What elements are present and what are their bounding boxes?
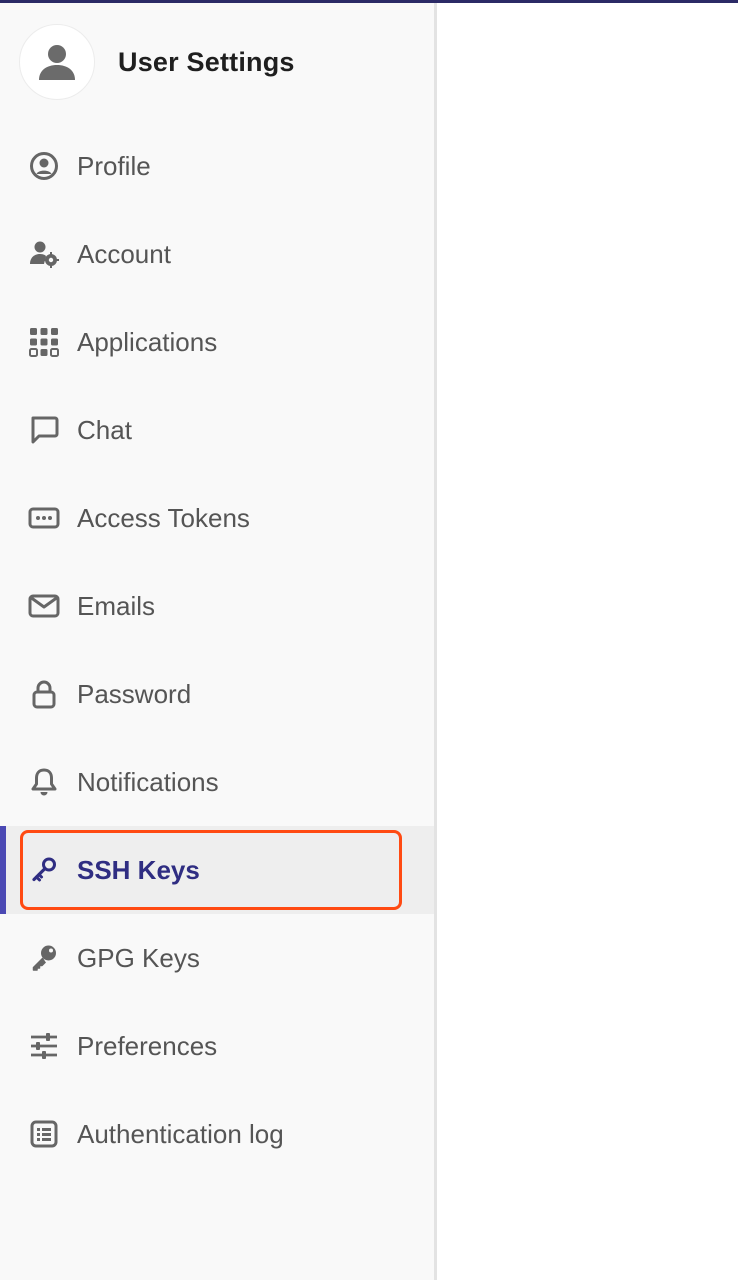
sidebar-item-label: Preferences xyxy=(77,1030,218,1061)
sidebar-item-access-tokens[interactable]: Access Tokens xyxy=(0,474,434,562)
token-icon xyxy=(28,502,60,534)
sidebar-item-label: Notifications xyxy=(77,766,219,797)
sidebar-item-label: Emails xyxy=(77,590,156,621)
user-gear-icon xyxy=(28,238,60,270)
bell-icon xyxy=(28,766,60,798)
lock-icon xyxy=(28,678,60,710)
sidebar-item-label: Password xyxy=(77,678,192,709)
sidebar-item-notifications[interactable]: Notifications xyxy=(0,738,434,826)
sidebar-item-applications[interactable]: Applications xyxy=(0,298,434,386)
sidebar-item-label: Chat xyxy=(77,414,132,445)
sidebar-item-authentication-log[interactable]: Authentication log xyxy=(0,1090,434,1178)
sidebar-item-label: SSH Keys xyxy=(77,854,200,885)
sidebar-item-ssh-keys[interactable]: SSH Keys xyxy=(0,826,434,914)
settings-sidebar: User Settings Profile Account Applicatio… xyxy=(0,3,437,1280)
sidebar-item-preferences[interactable]: Preferences xyxy=(0,1002,434,1090)
user-avatar-icon xyxy=(39,45,75,80)
sidebar-item-label: Applications xyxy=(77,326,218,357)
app-grid-icon xyxy=(28,326,60,358)
sidebar-item-profile[interactable]: Profile xyxy=(0,122,434,210)
sidebar-item-label: Access Tokens xyxy=(77,502,250,533)
sidebar-item-account[interactable]: Account xyxy=(0,210,434,298)
sidebar-item-label: Account xyxy=(77,238,171,269)
avatar[interactable] xyxy=(19,24,95,100)
log-list-icon xyxy=(28,1118,60,1150)
ssh-key-icon xyxy=(28,854,60,886)
main-content xyxy=(437,3,738,1280)
sliders-icon xyxy=(28,1030,60,1062)
sidebar-item-emails[interactable]: Emails xyxy=(0,562,434,650)
sidebar-item-password[interactable]: Password xyxy=(0,650,434,738)
envelope-icon xyxy=(28,590,60,622)
sidebar-item-chat[interactable]: Chat xyxy=(0,386,434,474)
sidebar-item-label: Authentication log xyxy=(77,1118,284,1149)
settings-nav: Profile Account Applications Chat Access… xyxy=(0,122,434,1178)
page-title: User Settings xyxy=(118,46,295,77)
sidebar-header: User Settings xyxy=(19,23,295,101)
gpg-key-icon xyxy=(28,942,60,974)
sidebar-item-gpg-keys[interactable]: GPG Keys xyxy=(0,914,434,1002)
profile-circle-icon xyxy=(28,150,60,182)
sidebar-item-label: Profile xyxy=(77,150,151,181)
chat-bubble-icon xyxy=(28,414,60,446)
sidebar-item-label: GPG Keys xyxy=(77,942,200,973)
